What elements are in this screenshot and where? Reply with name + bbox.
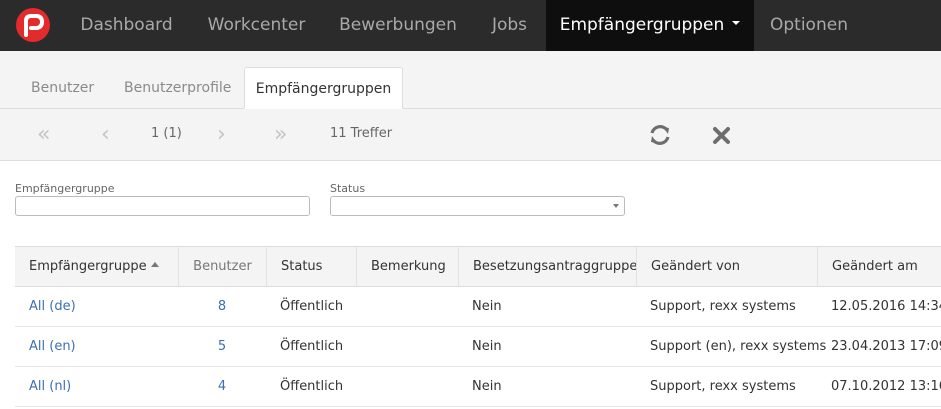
caret-down-icon xyxy=(732,21,741,25)
last-page-icon[interactable]: » xyxy=(274,122,287,148)
nav-empfaengergruppen-label: Empfängergruppen xyxy=(559,15,725,35)
column-label: Bemerkung xyxy=(371,259,446,274)
column-header-bemerkung[interactable]: Bemerkung xyxy=(356,246,458,287)
next-page-icon[interactable]: › xyxy=(217,122,226,148)
changed-by-cell: Support, rexx systems xyxy=(650,379,796,394)
group-filter-label: Empfängergruppe xyxy=(15,182,115,195)
nav-optionen-label: Optionen xyxy=(770,15,848,35)
status-filter-select[interactable] xyxy=(330,196,625,216)
column-label: Besetzungsantraggruppe xyxy=(473,259,638,274)
sort-ascending-icon xyxy=(150,262,159,267)
column-label: Benutzer xyxy=(193,259,252,274)
chevron-down-icon xyxy=(613,204,619,208)
user-count-link[interactable]: 4 xyxy=(178,367,266,407)
nav-workcenter[interactable]: Workcenter xyxy=(190,0,323,51)
page-indicator: 1 (1) xyxy=(151,126,182,141)
close-icon[interactable] xyxy=(709,122,735,148)
nav-jobs-label: Jobs xyxy=(491,15,528,35)
first-page-icon[interactable]: « xyxy=(37,122,50,148)
column-header-status[interactable]: Status xyxy=(266,246,356,287)
nav-optionen[interactable]: Optionen xyxy=(754,0,864,51)
user-count-link[interactable]: 5 xyxy=(178,327,266,367)
column-label: Geändert von xyxy=(651,259,740,274)
hit-count: 11 Treffer xyxy=(330,126,393,141)
request-group-cell: Nein xyxy=(472,299,502,314)
status-cell: Öffentlich xyxy=(280,379,344,394)
tab-benutzerprofile-label: Benutzerprofile xyxy=(124,80,232,96)
status-filter-label: Status xyxy=(330,182,366,195)
group-name-link[interactable]: All (de) xyxy=(29,287,76,327)
nav-bewerbungen-label: Bewerbungen xyxy=(339,15,457,35)
tab-empfaengergruppen[interactable]: Empfängergruppen xyxy=(244,67,403,109)
tab-benutzer[interactable]: Benutzer xyxy=(31,67,94,109)
request-group-cell: Nein xyxy=(472,339,502,354)
user-count-link[interactable]: 8 xyxy=(178,287,266,327)
tab-benutzerprofile[interactable]: Benutzerprofile xyxy=(124,67,231,109)
column-label: Status xyxy=(281,259,323,274)
nav-jobs[interactable]: Jobs xyxy=(473,0,546,51)
column-header-empfaengergruppe[interactable]: Empfängergruppe xyxy=(15,246,178,287)
nav-empfaengergruppen-dropdown[interactable]: Empfängergruppen xyxy=(546,0,754,51)
changed-at-cell: 07.10.2012 13:16 xyxy=(831,379,941,394)
changed-by-cell: Support (en), rexx systems xyxy=(650,339,827,354)
status-cell: Öffentlich xyxy=(280,299,344,314)
app-logo-icon[interactable] xyxy=(16,8,50,42)
column-label: Geändert am xyxy=(832,259,918,274)
pager-toolbar xyxy=(0,109,941,161)
group-filter-input[interactable] xyxy=(15,196,310,216)
tab-benutzer-label: Benutzer xyxy=(31,80,95,96)
nav-bewerbungen[interactable]: Bewerbungen xyxy=(323,0,473,51)
changed-at-cell: 23.04.2013 17:09 xyxy=(831,339,941,354)
nav-dashboard[interactable]: Dashboard xyxy=(63,0,190,51)
status-cell: Öffentlich xyxy=(280,339,344,354)
nav-dashboard-label: Dashboard xyxy=(80,15,173,35)
column-header-benutzer[interactable]: Benutzer xyxy=(178,246,266,287)
group-name-link[interactable]: All (nl) xyxy=(29,367,71,407)
changed-at-cell: 12.05.2016 14:34 xyxy=(831,299,941,314)
previous-page-icon[interactable]: ‹ xyxy=(101,122,110,148)
tab-empfaengergruppen-label: Empfängergruppen xyxy=(255,81,392,97)
request-group-cell: Nein xyxy=(472,379,502,394)
column-header-besetzungsantraggruppe[interactable]: Besetzungsantraggruppe xyxy=(458,246,638,287)
changed-by-cell: Support, rexx systems xyxy=(650,299,796,314)
refresh-icon[interactable] xyxy=(647,122,673,148)
column-header-geaendert-am[interactable]: Geändert am xyxy=(817,246,941,287)
nav-workcenter-label: Workcenter xyxy=(207,15,306,35)
column-label: Empfängergruppe xyxy=(29,259,147,274)
group-name-link[interactable]: All (en) xyxy=(29,327,76,367)
column-header-geaendert-von[interactable]: Geändert von xyxy=(636,246,817,287)
